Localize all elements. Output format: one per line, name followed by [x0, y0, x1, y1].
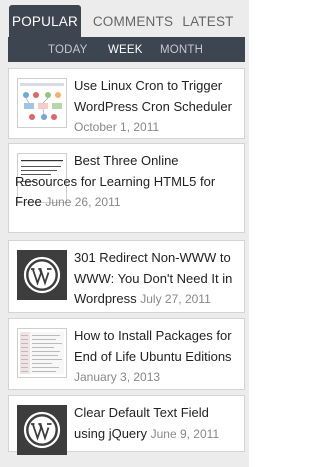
subtab-month[interactable]: MONTH [160, 37, 203, 62]
list-item[interactable]: How to Install Packages for End of Life … [8, 318, 245, 390]
post-date: June 26, 2011 [45, 195, 121, 209]
period-tabs: TODAY WEEK MONTH [8, 37, 245, 62]
wordpress-icon [18, 406, 66, 454]
table-thumbnail-icon [18, 329, 66, 377]
post-thumbnail[interactable] [17, 250, 67, 300]
post-title[interactable]: Use Linux Cron to Trigger WordPress Cron… [74, 78, 232, 114]
post-date: October 1, 2011 [74, 120, 160, 134]
list-item[interactable]: 301 Redirect Non-WWW to WWW: You Don't N… [8, 240, 245, 313]
tab-comments[interactable]: COMMENTS [91, 5, 175, 37]
wordpress-icon [18, 251, 66, 299]
subtab-week[interactable]: WEEK [108, 37, 143, 62]
post-thumbnail[interactable] [17, 328, 67, 378]
tab-popular[interactable]: POPULAR [9, 5, 81, 37]
popular-posts-widget: POPULAR COMMENTS LATEST TODAY WEEK MONTH [0, 0, 249, 467]
post-date: July 27, 2011 [140, 292, 211, 306]
post-date: January 3, 2013 [74, 370, 161, 384]
diagram-thumbnail-icon [18, 79, 66, 127]
list-item[interactable]: Use Linux Cron to Trigger WordPress Cron… [8, 68, 245, 139]
post-thumbnail[interactable] [17, 78, 67, 128]
list-item[interactable]: Best Three Online Resources for Learning… [8, 143, 245, 233]
post-title[interactable]: How to Install Packages for End of Life … [74, 328, 232, 364]
primary-tabs: POPULAR COMMENTS LATEST [8, 5, 245, 37]
subtab-today[interactable]: TODAY [48, 37, 88, 62]
tab-latest[interactable]: LATEST [178, 5, 238, 37]
post-date: June 9, 2011 [150, 426, 220, 441]
list-item[interactable]: Clear Default Text Field using jQuery Ju… [8, 395, 245, 455]
post-thumbnail[interactable] [17, 405, 67, 455]
